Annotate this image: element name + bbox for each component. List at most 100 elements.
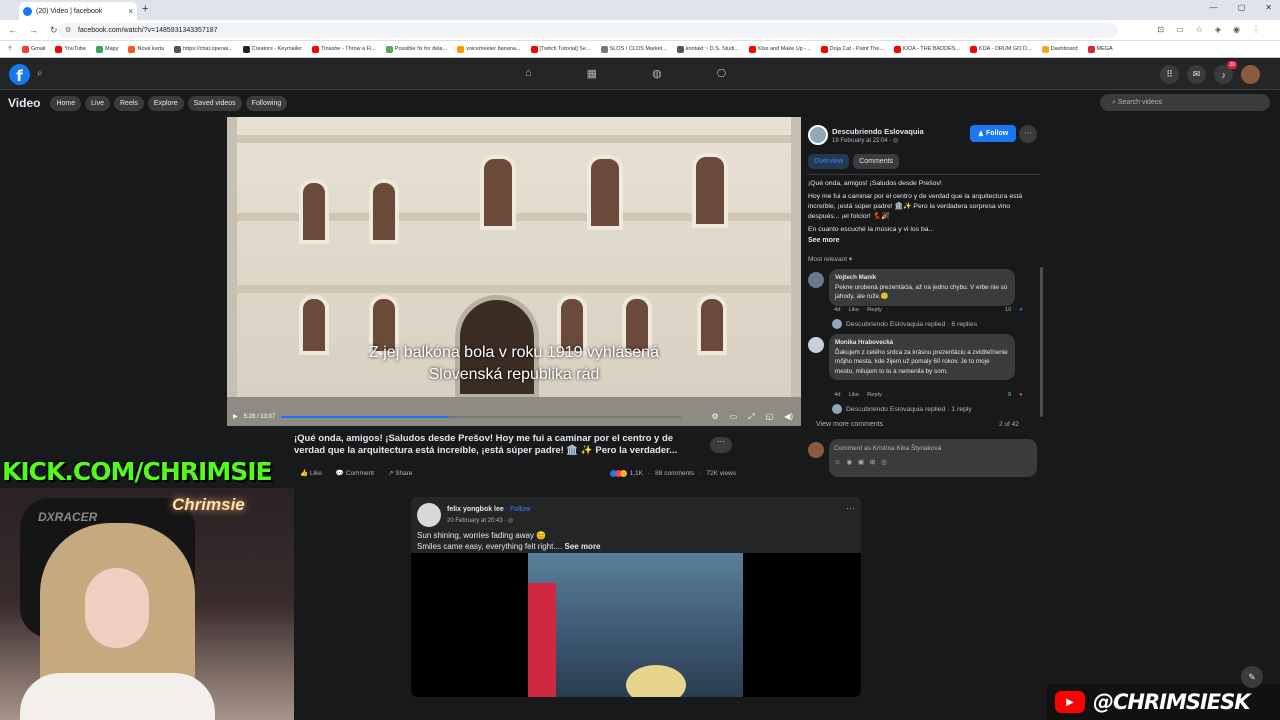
bookmark-item[interactable]: KDA - DRUM GO D... bbox=[970, 45, 1032, 53]
miniplayer-icon[interactable]: ◱ bbox=[766, 412, 774, 422]
bookmark-item[interactable]: Nová karta bbox=[128, 45, 164, 53]
volume-icon[interactable]: ◀) bbox=[784, 412, 793, 422]
messenger-icon[interactable]: ✉ bbox=[1187, 65, 1206, 84]
panel-more-button[interactable]: ··· bbox=[1019, 125, 1037, 143]
bookmark-item[interactable]: https://chat.openai... bbox=[174, 45, 233, 53]
like-button[interactable]: 👍 Like bbox=[300, 469, 322, 477]
video-progress-bar[interactable] bbox=[281, 415, 682, 418]
share-button[interactable]: ↗ Share bbox=[388, 469, 413, 477]
subnav-following[interactable]: Following bbox=[245, 95, 288, 111]
follow-button[interactable]: ♟ Follow bbox=[970, 125, 1016, 142]
post-date[interactable]: 19 February at 22:04 · ◎ bbox=[832, 137, 898, 144]
tab-comments[interactable]: Comments bbox=[853, 154, 900, 169]
author-name[interactable]: felix yongbok lee bbox=[447, 506, 504, 513]
bookmark-item[interactable]: K/DA - THE BADDES... bbox=[893, 45, 960, 53]
new-tab-button[interactable]: + bbox=[142, 3, 148, 15]
edit-icon[interactable]: ✎ bbox=[1241, 666, 1263, 688]
comment-replies-link[interactable]: Descubriendo Eslovaquia replied · 6 repl… bbox=[832, 319, 977, 329]
url-field[interactable]: ⚙ facebook.com/watch/?v=1485931343357187 bbox=[58, 23, 1118, 38]
maximize-button[interactable]: ▢ bbox=[1238, 3, 1246, 12]
comments-count[interactable]: 88 comments bbox=[655, 470, 694, 477]
subnav-explore[interactable]: Explore bbox=[147, 95, 184, 111]
comment-button[interactable]: 💬 Comment bbox=[336, 469, 374, 477]
bookmark-item[interactable]: Mapy bbox=[96, 45, 118, 53]
comment-age[interactable]: 4d bbox=[834, 392, 840, 398]
comment-author[interactable]: Monika Hrabovecká bbox=[835, 338, 1009, 348]
home-icon[interactable]: ⌂ bbox=[525, 67, 532, 80]
minimize-button[interactable]: — bbox=[1210, 3, 1218, 12]
see-more-link[interactable]: See more bbox=[564, 542, 600, 551]
browser-tab[interactable]: (20) Video | facebook × bbox=[19, 2, 137, 20]
comment-reaction-count[interactable]: 10 bbox=[1005, 307, 1011, 313]
follow-link[interactable]: · Follow bbox=[506, 506, 531, 513]
gaming-icon[interactable]: ⎔ bbox=[717, 67, 727, 80]
bookmark-item[interactable]: Tinashe - Throw a Fi... bbox=[312, 45, 376, 53]
close-window-button[interactable]: ✕ bbox=[1265, 3, 1272, 12]
account-avatar[interactable] bbox=[1241, 65, 1260, 84]
menu-grid-icon[interactable]: ⠿ bbox=[1160, 65, 1179, 84]
bookmark-item[interactable]: Doja Cat - Paint The... bbox=[820, 45, 884, 53]
notifications-icon[interactable]: ♪ 20 bbox=[1214, 61, 1237, 84]
comment-sort-dropdown[interactable]: Most relevant ▾ bbox=[808, 255, 852, 263]
reaction-count[interactable]: 1,1K bbox=[630, 470, 643, 477]
facebook-logo[interactable]: f bbox=[9, 64, 30, 85]
comment-reaction-count[interactable]: 9 bbox=[1008, 392, 1011, 398]
comment-like[interactable]: Like bbox=[848, 392, 859, 398]
subnav-live[interactable]: Live bbox=[85, 95, 110, 111]
comments-scrollbar[interactable] bbox=[1040, 267, 1043, 417]
cast-icon[interactable]: ▭ bbox=[1176, 25, 1184, 34]
comment-reply[interactable]: Reply bbox=[867, 307, 882, 313]
bookmark-item[interactable]: kontakt ~ D.S. Studi... bbox=[676, 45, 739, 53]
commenter-avatar[interactable] bbox=[808, 337, 824, 353]
fullscreen-icon[interactable]: ⤢ bbox=[748, 412, 754, 422]
post-date[interactable]: 20 February at 20:43 · ◎ bbox=[447, 517, 513, 524]
tab-overview[interactable]: Overview bbox=[808, 154, 850, 169]
video-player[interactable]: Z jej balkóna bola v roku 1919 vyhlásená… bbox=[227, 117, 801, 426]
comment-author[interactable]: Vojtech Maník bbox=[835, 273, 1009, 283]
post-options-button[interactable]: ··· bbox=[710, 437, 732, 453]
extension-icon[interactable]: ◈ bbox=[1215, 25, 1221, 34]
comment-reply[interactable]: Reply bbox=[867, 392, 882, 398]
page-name[interactable]: Descubriendo Eslovaquia bbox=[832, 127, 924, 136]
bookmark-item[interactable]: SLOS / CLOS Market... bbox=[600, 45, 667, 53]
comment-like[interactable]: Like bbox=[848, 307, 859, 313]
forward-button[interactable]: → bbox=[29, 25, 38, 36]
star-icon[interactable]: ☆ bbox=[1196, 25, 1203, 34]
subnav-home[interactable]: Home bbox=[50, 95, 82, 111]
current-user-avatar[interactable] bbox=[808, 442, 824, 458]
captions-icon[interactable]: ▭ bbox=[730, 412, 738, 422]
comment-replies-link[interactable]: Descubriendo Eslovaquia replied · 1 repl… bbox=[832, 404, 972, 414]
bookmark-item[interactable]: Dashboard bbox=[1041, 45, 1078, 53]
search-videos-input[interactable]: ⌕ Search videos bbox=[1100, 94, 1270, 111]
subnav-saved-videos[interactable]: Saved videos bbox=[187, 95, 242, 111]
site-info-icon[interactable]: ⚙ bbox=[65, 26, 71, 34]
bookmark-item[interactable]: Creators - Keymailer bbox=[242, 45, 302, 53]
settings-icon[interactable]: ⚙ bbox=[711, 412, 718, 422]
commenter-avatar[interactable] bbox=[808, 272, 824, 288]
subnav-reels[interactable]: Reels bbox=[114, 95, 144, 111]
back-button[interactable]: ← bbox=[8, 25, 17, 36]
bookmark-item[interactable]: MEGA bbox=[1087, 45, 1113, 53]
bookmark-item[interactable]: YouTube bbox=[55, 45, 86, 53]
comment-age[interactable]: 4d bbox=[834, 307, 840, 313]
translate-icon[interactable]: ⊡ bbox=[1157, 25, 1164, 34]
bookmark-item[interactable]: [Twitch Tutorial] Se... bbox=[530, 45, 591, 53]
reload-button[interactable]: ↻ bbox=[50, 25, 58, 36]
composer-icons[interactable]: ☺ ◉ ▣ ⊞ ◎ bbox=[834, 458, 1032, 466]
view-more-comments-link[interactable]: View more comments bbox=[816, 421, 883, 428]
post-video[interactable] bbox=[411, 553, 861, 697]
bookmark-item[interactable]: Possible fix for dela... bbox=[385, 45, 447, 53]
groups-icon[interactable]: ◍ bbox=[652, 67, 662, 80]
apps-icon[interactable]: ⠿ bbox=[8, 46, 12, 52]
bookmark-item[interactable]: Kiss and Make Up -... bbox=[749, 45, 811, 53]
menu-icon[interactable]: ⋮ bbox=[1252, 25, 1260, 34]
comment-input[interactable]: Comment as Kristína Kika Štyriaková ☺ ◉ … bbox=[829, 439, 1037, 477]
post-more-button[interactable]: ··· bbox=[846, 503, 855, 513]
bookmark-item[interactable]: Gmail bbox=[22, 45, 45, 53]
marketplace-icon[interactable]: ▦ bbox=[587, 67, 597, 80]
bookmark-item[interactable]: voicemeeter banana... bbox=[457, 45, 521, 53]
profile-icon[interactable]: ◉ bbox=[1233, 25, 1240, 34]
tab-close-icon[interactable]: × bbox=[128, 7, 133, 16]
see-more-link[interactable]: See more bbox=[808, 237, 840, 244]
post-author-avatar[interactable] bbox=[417, 503, 441, 527]
